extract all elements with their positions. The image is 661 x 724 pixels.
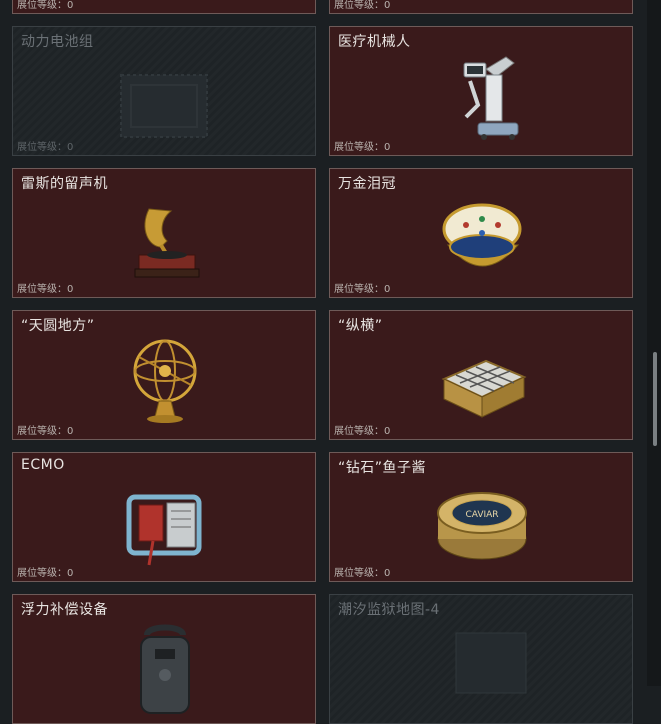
card-title: ECMO <box>21 457 65 473</box>
collection-card-ecmo[interactable]: ECMO 展位等级：0 <box>12 452 316 582</box>
card-level: 展位等级：0 <box>17 142 74 153</box>
map-icon <box>455 632 527 694</box>
card-level: 展位等级：0 <box>334 426 391 437</box>
card-title: 动力电池组 <box>21 34 94 50</box>
card-level: 展位等级：0 <box>334 568 391 579</box>
collection-card-chessboard[interactable]: “纵横” 展位等级：0 <box>329 310 633 440</box>
collection-grid: 展位等级：0 展位等级：0 动力电池组 展位等级：0 医疗机械人 展位等级：0 … <box>0 0 661 724</box>
card-level: 展位等级：0 <box>17 284 74 295</box>
card-level: 展位等级：0 <box>17 0 74 11</box>
card-title: 潮汐监狱地图-4 <box>338 602 440 618</box>
card-title: 医疗机械人 <box>338 34 411 50</box>
battery-pack-icon <box>120 74 208 138</box>
card-title: “纵横” <box>338 318 383 334</box>
collection-card-caviar[interactable]: “钻石”鱼子酱 CAVIAR 展位等级：0 <box>329 452 633 582</box>
medical-robot-icon <box>463 56 519 140</box>
card-title: “钻石”鱼子酱 <box>338 460 427 476</box>
card-level: 展位等级：0 <box>334 142 391 153</box>
scrollbar-track[interactable] <box>647 0 661 686</box>
card-title: 万金泪冠 <box>338 176 396 192</box>
card-level: 展位等级：0 <box>17 426 74 437</box>
ecmo-machine-icon <box>126 494 202 566</box>
armillary-sphere-icon <box>133 339 197 423</box>
collection-card-jeweled-egg[interactable]: 万金泪冠 展位等级：0 <box>329 168 633 298</box>
collection-card-buoyancy-device[interactable]: 浮力补偿设备 <box>12 594 316 724</box>
card-title: “天圆地方” <box>21 318 95 334</box>
card-level: 展位等级：0 <box>334 284 391 295</box>
chessboard-icon <box>441 359 527 418</box>
collection-card[interactable]: 展位等级：0 <box>12 0 316 14</box>
buoyancy-device-icon <box>140 624 190 714</box>
collection-card-armillary[interactable]: “天圆地方” 展位等级：0 <box>12 310 316 440</box>
caviar-label: CAVIAR <box>465 510 498 520</box>
collection-card-gramophone[interactable]: 雷斯的留声机 展位等级：0 <box>12 168 316 298</box>
card-level: 展位等级：0 <box>334 0 391 11</box>
jeweled-egg-icon <box>442 203 522 267</box>
gramophone-icon <box>134 208 200 278</box>
caviar-tin-icon: CAVIAR <box>437 492 527 560</box>
scrollbar-thumb[interactable] <box>653 352 657 446</box>
collection-card-medical-robot[interactable]: 医疗机械人 展位等级：0 <box>329 26 633 156</box>
card-title: 雷斯的留声机 <box>21 176 108 192</box>
collection-card-prison-map[interactable]: 潮汐监狱地图-4 <box>329 594 633 724</box>
collection-card[interactable]: 展位等级：0 <box>329 0 633 14</box>
card-level: 展位等级：0 <box>17 568 74 579</box>
card-title: 浮力补偿设备 <box>21 602 108 618</box>
collection-card-power-battery[interactable]: 动力电池组 展位等级：0 <box>12 26 316 156</box>
